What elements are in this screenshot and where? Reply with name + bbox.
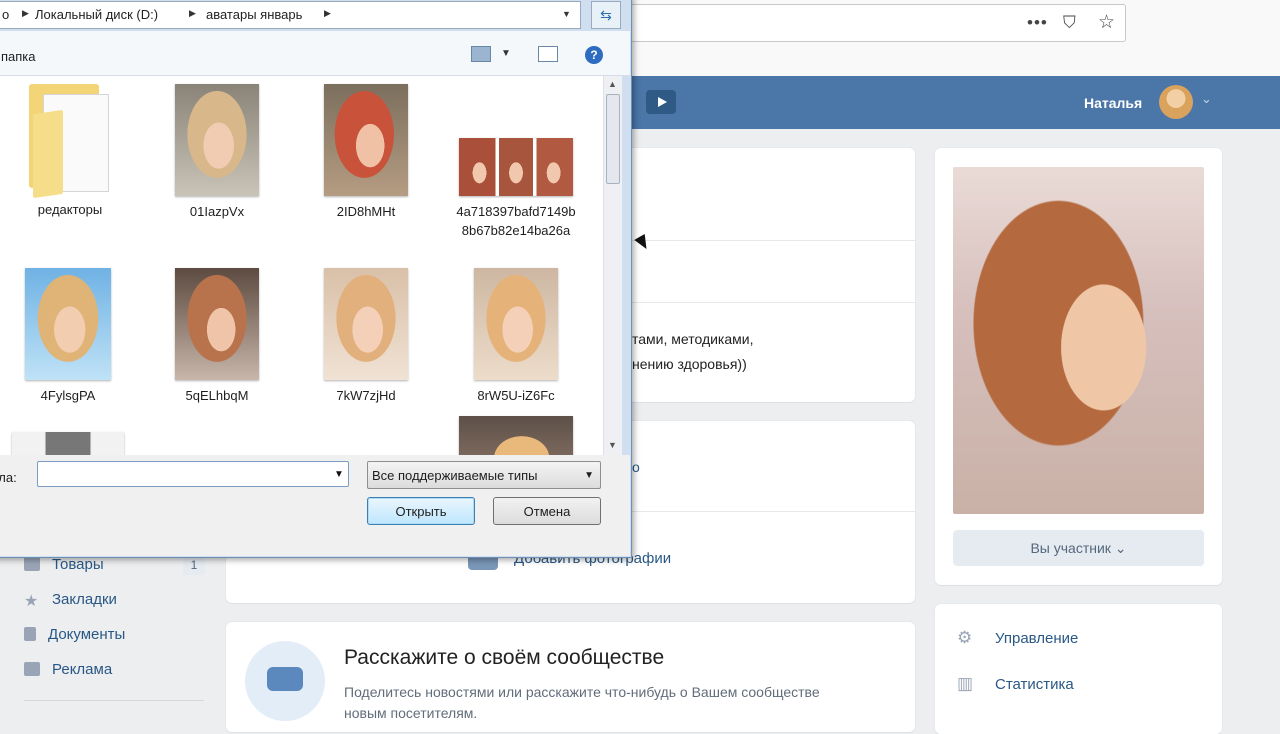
chevron-down-icon[interactable]: ▼ (501, 48, 511, 59)
folder-item[interactable]: редакторы (10, 84, 130, 219)
sidebar-item-label: Статистика (995, 676, 1074, 693)
chevron-right-icon[interactable]: ▶ (189, 8, 196, 19)
bar-chart-icon: ▥ (957, 674, 974, 693)
megaphone-icon (24, 662, 40, 676)
shop-icon (24, 557, 40, 571)
image-thumbnail (474, 268, 558, 380)
scroll-down-icon[interactable]: ▼ (608, 440, 617, 450)
open-button[interactable]: Открыть (367, 497, 475, 525)
community-title: Расскажите о своём сообществе (344, 646, 665, 669)
file-name: 7kW7zjHd (336, 388, 396, 403)
chevron-down-icon[interactable]: ▼ (562, 9, 571, 19)
left-menu-ads[interactable]: Реклама (24, 661, 112, 678)
address-bar[interactable]: о ▶ Локальный диск (D:) ▶ аватары январь… (0, 1, 581, 29)
chevron-down-icon[interactable]: ⌄ (1201, 91, 1212, 107)
file-name: редакторы (37, 202, 103, 217)
file-type-select[interactable]: Все поддерживаемые типы ▼ (367, 461, 601, 489)
divider (626, 302, 915, 303)
sidebar-item-statistics[interactable]: ▥ Статистика (957, 674, 1074, 694)
view-icon[interactable] (471, 46, 491, 62)
file-name: 01IazpVx (189, 204, 245, 219)
left-menu-bookmarks[interactable]: ★ Закладки (24, 591, 117, 610)
profile-photo[interactable] (953, 167, 1204, 514)
breadcrumb-folder[interactable]: аватары январь (206, 7, 302, 22)
file-list: редакторы 01IazpVx 2ID8hMHt 4a718397bafd… (0, 76, 603, 455)
image-thumbnail (459, 138, 573, 196)
management-card (935, 604, 1222, 734)
divider (24, 700, 204, 701)
file-open-dialog: о ▶ Локальный диск (D:) ▶ аватары январь… (0, 0, 632, 558)
info-line-2: нению здоровья)) (632, 356, 747, 372)
dialog-footer: йла: ▼ Все поддерживаемые типы ▼ Открыть… (0, 455, 630, 556)
play-icon[interactable] (646, 90, 676, 114)
gear-icon: ⚙ (957, 628, 973, 647)
filename-label: йла: (0, 470, 17, 485)
new-folder-button[interactable]: папка (1, 49, 36, 64)
left-menu-label: Товары (52, 556, 104, 573)
info-line-1: тами, методиками, (632, 331, 754, 347)
left-menu-label: Закладки (52, 591, 117, 608)
file-name: 5qELhbqM (185, 388, 249, 403)
scroll-up-icon[interactable]: ▲ (608, 79, 617, 89)
document-icon (24, 627, 36, 641)
file-name: 4a718397bafd7149b8b67b82e14ba26a (456, 204, 576, 238)
image-thumbnail (25, 268, 111, 380)
cancel-button[interactable]: Отмена (493, 497, 601, 525)
pocket-icon[interactable]: ⛉ (1063, 14, 1076, 32)
community-description: Поделитесь новостями или расскажите что-… (344, 684, 820, 721)
preview-pane-icon[interactable] (538, 46, 558, 62)
image-thumbnail (12, 432, 124, 455)
file-item[interactable] (8, 432, 128, 455)
file-item[interactable]: 4a718397bafd7149b8b67b82e14ba26a (453, 138, 579, 240)
dialog-toolbar: папка ▼ ? (0, 31, 630, 76)
sidebar-item-management[interactable]: ⚙ Управление (957, 628, 1078, 648)
filename-input[interactable] (37, 461, 349, 487)
file-item[interactable] (456, 416, 576, 455)
scrollbar[interactable]: ▲ ▼ (603, 76, 622, 455)
image-thumbnail (175, 84, 259, 196)
file-item[interactable]: 01IazpVx (157, 84, 277, 221)
help-icon[interactable]: ? (585, 46, 603, 64)
file-item[interactable]: 5qELhbqM (157, 268, 277, 405)
star-icon[interactable]: ☆ (1098, 13, 1115, 32)
breadcrumb-drive[interactable]: Локальный диск (D:) (35, 7, 158, 22)
products-count-badge: 1 (183, 555, 205, 575)
member-button[interactable]: Вы участник ⌄ (953, 530, 1204, 566)
star-icon: ★ (24, 593, 39, 610)
image-thumbnail (324, 84, 408, 196)
file-name: 4FylsgPA (40, 388, 96, 403)
divider (626, 240, 915, 241)
message-icon (245, 641, 325, 721)
chevron-right-icon[interactable]: ▶ (324, 8, 331, 19)
left-menu-label: Реклама (52, 661, 113, 678)
sidebar-item-label: Управление (995, 630, 1079, 647)
partial-link[interactable]: о (632, 459, 640, 475)
chevron-down-icon: ▼ (584, 470, 594, 481)
file-name: 8rW5U-iZ6Fc (477, 388, 555, 403)
file-item[interactable]: 2ID8hMHt (306, 84, 426, 221)
avatar[interactable] (1159, 85, 1193, 119)
left-menu-products[interactable]: Товары (24, 556, 104, 573)
refresh-icon[interactable]: ⇆ (591, 1, 621, 29)
scrollbar-thumb[interactable] (606, 94, 620, 184)
folder-icon (29, 84, 111, 199)
left-menu-label: Документы (48, 626, 126, 643)
file-type-value: Все поддерживаемые типы (372, 468, 538, 483)
file-item[interactable]: 8rW5U-iZ6Fc (456, 268, 576, 405)
image-thumbnail (459, 416, 573, 455)
chevron-right-icon[interactable]: ▶ (22, 8, 29, 19)
more-icon[interactable]: ••• (1027, 14, 1048, 32)
left-menu-documents[interactable]: Документы (24, 626, 125, 643)
image-thumbnail (324, 268, 408, 380)
file-item[interactable]: 7kW7zjHd (306, 268, 426, 405)
divider (626, 511, 915, 512)
file-name: 2ID8hMHt (336, 204, 396, 219)
user-name[interactable]: Наталья (1084, 95, 1142, 111)
url-bar[interactable]: ••• ⛉ ☆ (630, 4, 1126, 42)
file-item[interactable]: 4FylsgPA (8, 268, 128, 405)
breadcrumb-root[interactable]: о (2, 7, 9, 22)
image-thumbnail (175, 268, 259, 380)
